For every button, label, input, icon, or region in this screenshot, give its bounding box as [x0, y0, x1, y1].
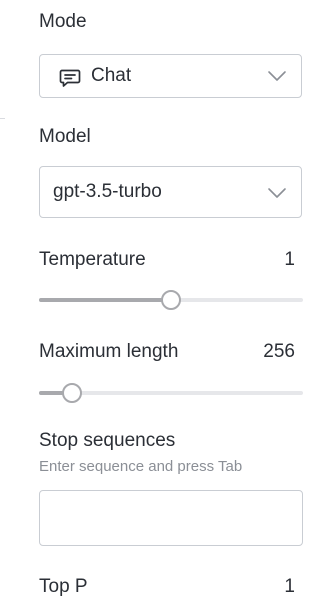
slider-thumb[interactable]	[62, 383, 82, 403]
slider-fill	[39, 298, 171, 302]
edge-mark	[0, 118, 5, 119]
temperature-slider[interactable]	[39, 290, 303, 310]
mode-select-value: Chat	[91, 65, 132, 86]
top-p-label: Top P	[39, 576, 88, 597]
stop-sequences-input[interactable]	[39, 490, 303, 546]
mode-select[interactable]: Chat	[39, 54, 302, 98]
temperature-value: 1	[284, 249, 295, 270]
stop-sequences-hint: Enter sequence and press Tab	[39, 458, 243, 475]
top-p-value: 1	[284, 576, 295, 597]
model-label: Model	[39, 126, 91, 147]
maximum-length-value: 256	[263, 341, 295, 362]
slider-thumb[interactable]	[161, 290, 181, 310]
maximum-length-label: Maximum length	[39, 341, 179, 362]
settings-panel: Mode Chat Model gpt-3.5-turbo Temperatur…	[0, 0, 332, 614]
maximum-length-slider[interactable]	[39, 383, 303, 403]
model-select-value: gpt-3.5-turbo	[53, 181, 162, 202]
model-select[interactable]: gpt-3.5-turbo	[39, 166, 302, 218]
stop-sequences-label: Stop sequences	[39, 430, 176, 451]
chevron-down-icon	[268, 71, 286, 81]
chat-bubble-icon	[59, 69, 81, 87]
mode-label: Mode	[39, 11, 87, 32]
chevron-down-icon	[268, 188, 286, 198]
temperature-label: Temperature	[39, 249, 146, 270]
